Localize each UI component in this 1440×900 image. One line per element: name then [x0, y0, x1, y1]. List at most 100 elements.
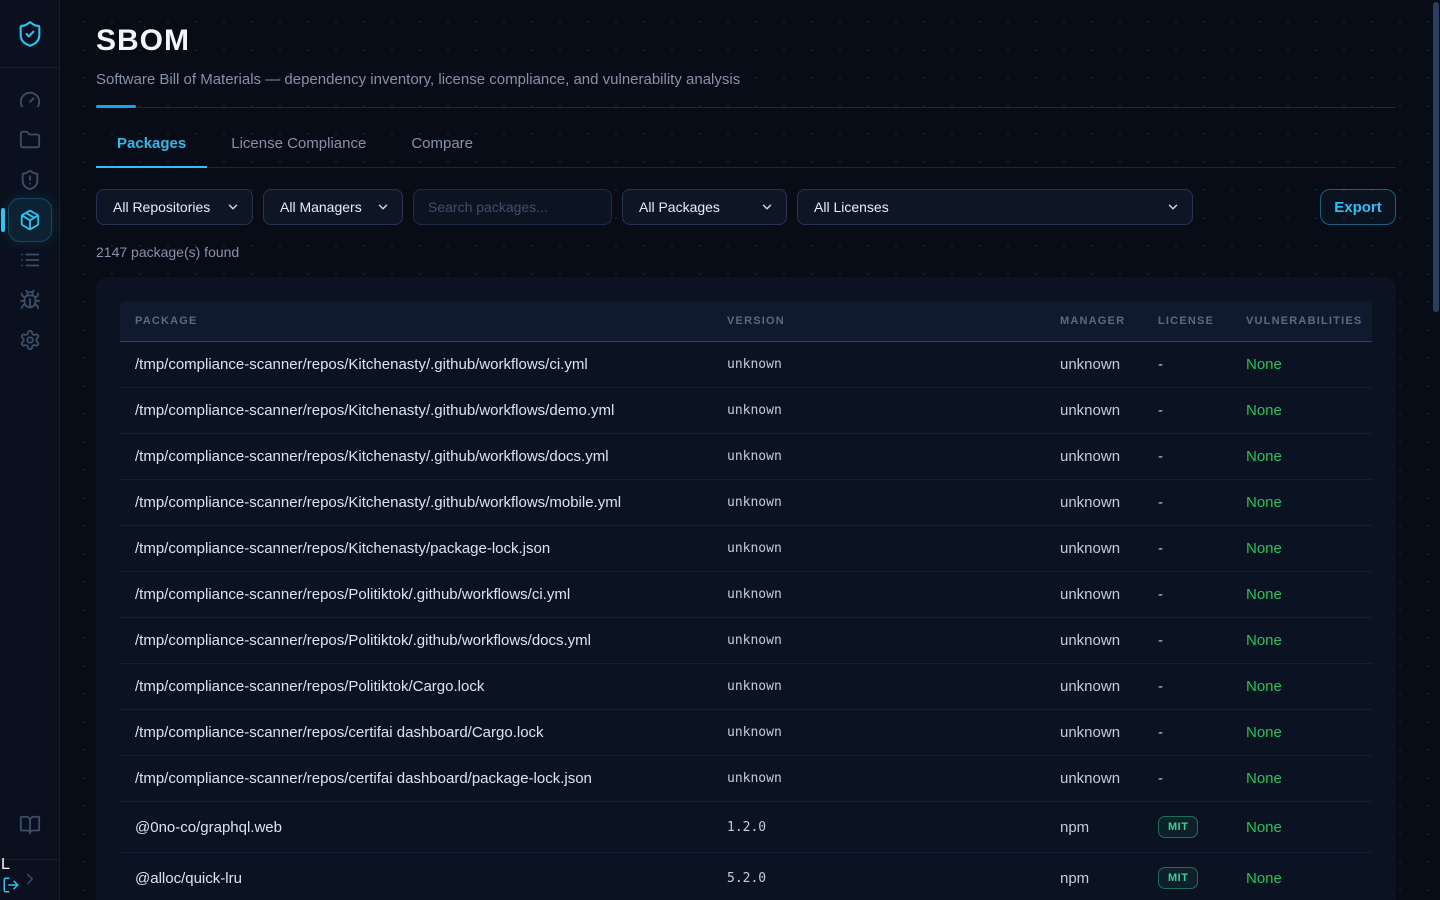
license-badge: MIT: [1158, 867, 1198, 889]
vulnerabilities-cell: None: [1246, 802, 1372, 853]
chevron-right-icon: [21, 870, 39, 888]
table-row[interactable]: /tmp/compliance-scanner/repos/Kitchenast…: [120, 388, 1372, 434]
vulnerabilities-cell: None: [1246, 664, 1372, 710]
license-cell: -: [1158, 434, 1246, 480]
licenses-select[interactable]: All Licenses: [797, 189, 1193, 225]
chevron-down-icon: [226, 200, 240, 214]
license-cell: MIT: [1158, 802, 1246, 853]
sidebar-item-inventory[interactable]: [8, 240, 52, 280]
license-cell: -: [1158, 572, 1246, 618]
packages-table-card: Package Version Manager License Vulnerab…: [96, 277, 1396, 900]
table-row[interactable]: /tmp/compliance-scanner/repos/Politiktok…: [120, 664, 1372, 710]
sidebar: [0, 0, 60, 900]
license-cell: -: [1158, 342, 1246, 388]
package-cell: /tmp/compliance-scanner/repos/Kitchenast…: [120, 480, 727, 526]
manager-cell: npm: [1060, 853, 1158, 900]
column-header-license: License: [1158, 301, 1246, 342]
license-cell: MIT: [1158, 853, 1246, 900]
manager-cell: unknown: [1060, 572, 1158, 618]
package-cell: /tmp/compliance-scanner/repos/certifai d…: [120, 710, 727, 756]
version-cell: 1.2.0: [727, 802, 1060, 853]
package-cell: /tmp/compliance-scanner/repos/Kitchenast…: [120, 526, 727, 572]
vulnerabilities-cell: None: [1246, 526, 1372, 572]
package-cell: /tmp/compliance-scanner/repos/Politiktok…: [120, 664, 727, 710]
main-content: SBOM Software Bill of Materials — depend…: [60, 0, 1440, 900]
manager-cell: npm: [1060, 802, 1158, 853]
sidebar-item-dashboard[interactable]: [8, 80, 52, 120]
table-header-row: Package Version Manager License Vulnerab…: [120, 301, 1372, 342]
table-row[interactable]: /tmp/compliance-scanner/repos/certifai d…: [120, 756, 1372, 802]
overflow-label: L: [1, 856, 10, 874]
package-icon: [19, 209, 41, 231]
chevron-down-icon: [376, 200, 390, 214]
header-divider: [96, 105, 1396, 108]
export-button[interactable]: Export: [1320, 189, 1396, 225]
column-header-manager: Manager: [1060, 301, 1158, 342]
sidebar-item-security[interactable]: [8, 160, 52, 200]
bug-icon: [19, 289, 41, 311]
vulnerabilities-cell: None: [1246, 756, 1372, 802]
column-header-version: Version: [727, 301, 1060, 342]
logout-icon[interactable]: [2, 876, 20, 894]
sidebar-nav: [0, 68, 59, 360]
vulnerabilities-cell: None: [1246, 342, 1372, 388]
version-cell: unknown: [727, 434, 1060, 480]
gauge-icon: [19, 89, 41, 111]
packages-select[interactable]: All Packages: [622, 189, 787, 225]
package-table-body: /tmp/compliance-scanner/repos/Kitchenast…: [120, 342, 1372, 900]
package-cell: /tmp/compliance-scanner/repos/certifai d…: [120, 756, 727, 802]
tab-packages[interactable]: Packages: [96, 135, 207, 168]
table-row[interactable]: @0no-co/graphql.web 1.2.0 npm MIT None: [120, 802, 1372, 853]
license-cell: -: [1158, 756, 1246, 802]
version-cell: unknown: [727, 388, 1060, 434]
table-row[interactable]: @alloc/quick-lru 5.2.0 npm MIT None: [120, 853, 1372, 900]
table-row[interactable]: /tmp/compliance-scanner/repos/certifai d…: [120, 710, 1372, 756]
vulnerabilities-cell: None: [1246, 388, 1372, 434]
manager-cell: unknown: [1060, 664, 1158, 710]
tab-license-compliance[interactable]: License Compliance: [210, 135, 387, 168]
sidebar-item-repositories[interactable]: [8, 120, 52, 160]
result-count: 2147 package(s) found: [96, 244, 1396, 260]
package-cell: @alloc/quick-lru: [120, 853, 727, 900]
shield-alert-icon: [19, 169, 41, 191]
table-row[interactable]: /tmp/compliance-scanner/repos/Politiktok…: [120, 572, 1372, 618]
vulnerabilities-cell: None: [1246, 618, 1372, 664]
header-accent-bar: [96, 105, 136, 108]
chevron-down-icon: [760, 200, 774, 214]
repositories-select[interactable]: All Repositories: [96, 189, 253, 225]
table-row[interactable]: /tmp/compliance-scanner/repos/Kitchenast…: [120, 480, 1372, 526]
table-row[interactable]: /tmp/compliance-scanner/repos/Kitchenast…: [120, 526, 1372, 572]
search-input[interactable]: [413, 189, 612, 225]
table-row[interactable]: /tmp/compliance-scanner/repos/Kitchenast…: [120, 342, 1372, 388]
license-cell: -: [1158, 526, 1246, 572]
version-cell: unknown: [727, 572, 1060, 618]
license-cell: -: [1158, 618, 1246, 664]
version-cell: unknown: [727, 756, 1060, 802]
vertical-scrollbar[interactable]: [1433, 2, 1439, 312]
sidebar-item-sbom[interactable]: [8, 198, 52, 242]
vulnerabilities-cell: None: [1246, 710, 1372, 756]
managers-select[interactable]: All Managers: [263, 189, 403, 225]
shield-check-icon: [16, 20, 44, 48]
version-cell: unknown: [727, 480, 1060, 526]
license-cell: -: [1158, 480, 1246, 526]
manager-cell: unknown: [1060, 710, 1158, 756]
package-cell: @0no-co/graphql.web: [120, 802, 727, 853]
sidebar-item-vulnerabilities[interactable]: [8, 280, 52, 320]
license-cell: -: [1158, 388, 1246, 434]
package-cell: /tmp/compliance-scanner/repos/Kitchenast…: [120, 434, 727, 480]
vulnerabilities-cell: None: [1246, 853, 1372, 900]
tab-bar: Packages License Compliance Compare: [96, 135, 1396, 168]
chevron-down-icon: [1166, 200, 1180, 214]
table-row[interactable]: /tmp/compliance-scanner/repos/Kitchenast…: [120, 434, 1372, 480]
version-cell: 5.2.0: [727, 853, 1060, 900]
table-row[interactable]: /tmp/compliance-scanner/repos/Politiktok…: [120, 618, 1372, 664]
app-logo[interactable]: [0, 0, 59, 68]
vulnerabilities-cell: None: [1246, 572, 1372, 618]
sidebar-item-docs[interactable]: [8, 805, 52, 845]
package-cell: /tmp/compliance-scanner/repos/Kitchenast…: [120, 342, 727, 388]
version-cell: unknown: [727, 526, 1060, 572]
sidebar-item-settings[interactable]: [8, 320, 52, 360]
manager-cell: unknown: [1060, 618, 1158, 664]
tab-compare[interactable]: Compare: [390, 135, 494, 168]
